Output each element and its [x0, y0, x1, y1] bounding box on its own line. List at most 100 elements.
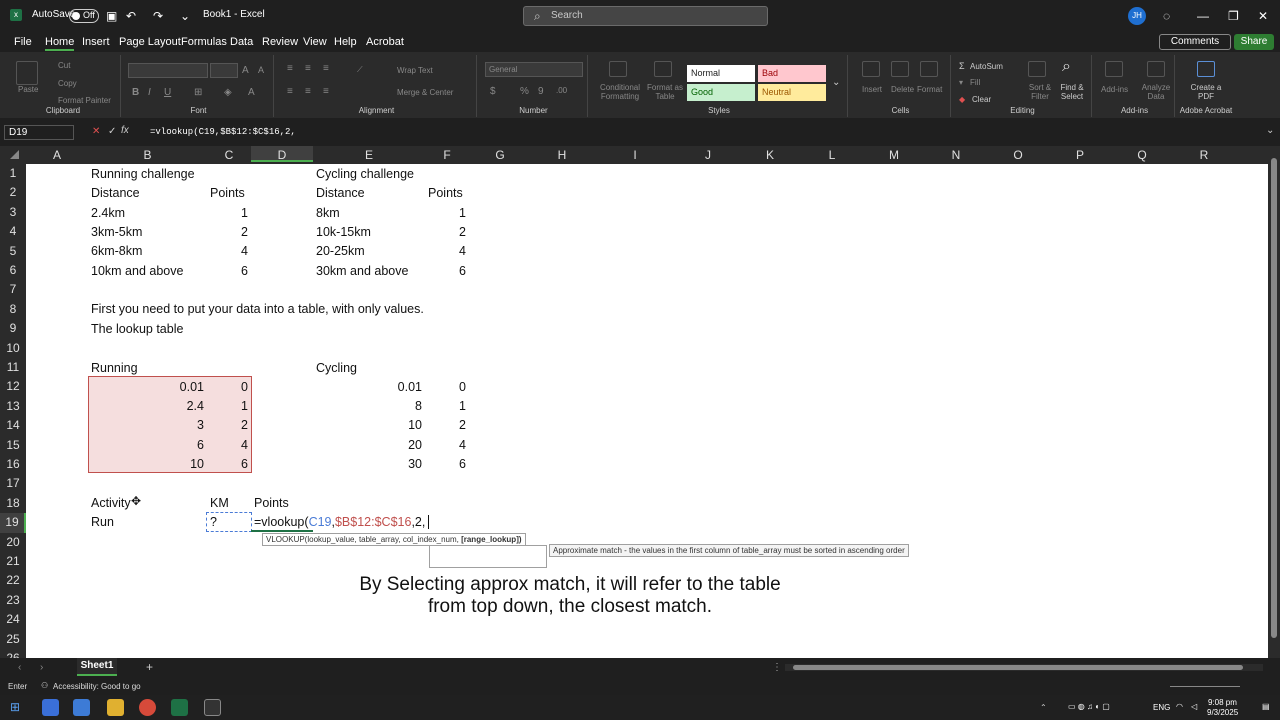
- analyze-data-icon[interactable]: [1147, 61, 1165, 77]
- cell-b3[interactable]: 2.4km: [91, 204, 125, 223]
- enter-icon[interactable]: ✓: [108, 126, 116, 137]
- insert-cells-icon[interactable]: [862, 61, 880, 77]
- vertical-scroll-thumb[interactable]: [1271, 158, 1277, 638]
- row-header-10[interactable]: 10: [0, 338, 26, 358]
- align-center-icon[interactable]: ≡: [305, 86, 311, 97]
- avatar[interactable]: JH: [1128, 7, 1146, 25]
- cell-f2[interactable]: Points: [428, 184, 463, 203]
- lightbulb-icon[interactable]: ◌: [1163, 9, 1170, 23]
- cell-b13[interactable]: 2.4: [88, 397, 204, 416]
- comma-icon[interactable]: 9: [538, 86, 544, 97]
- column-header-r[interactable]: R: [1173, 148, 1235, 162]
- underline-icon[interactable]: U: [164, 87, 171, 98]
- horizontal-scrollbar[interactable]: [785, 664, 1263, 671]
- cell-c12[interactable]: 0: [207, 378, 248, 397]
- sort-filter-button[interactable]: Sort & Filter: [1026, 83, 1054, 101]
- cell-e4[interactable]: 10k-15km: [316, 223, 371, 242]
- cell-d19-editor[interactable]: =vlookup(C19,$B$12:$C$16,2,​: [254, 513, 430, 532]
- row-header-11[interactable]: 11: [0, 358, 26, 378]
- analyze-data-button[interactable]: Analyze Data: [1140, 83, 1172, 101]
- column-header-j[interactable]: J: [677, 148, 739, 162]
- align-middle-icon[interactable]: ≡: [305, 63, 311, 74]
- font-size-input[interactable]: [210, 63, 238, 78]
- redo-icon[interactable]: ↷: [153, 9, 163, 23]
- cell-b9[interactable]: The lookup table: [91, 320, 183, 339]
- column-header-i[interactable]: I: [593, 148, 677, 162]
- copilot-icon[interactable]: [42, 699, 59, 716]
- column-header-k[interactable]: K: [739, 148, 801, 162]
- notifications-icon[interactable]: ▤: [1262, 702, 1270, 711]
- grow-font-icon[interactable]: A: [242, 65, 249, 76]
- vertical-scrollbar[interactable]: [1268, 146, 1280, 658]
- row-header-15[interactable]: 15: [0, 435, 26, 455]
- style-normal[interactable]: Normal: [687, 65, 755, 82]
- cell-c4[interactable]: 2: [207, 223, 248, 242]
- cell-c15[interactable]: 4: [207, 436, 248, 455]
- cell-f5[interactable]: 4: [425, 242, 466, 261]
- italic-icon[interactable]: I: [148, 87, 151, 98]
- copy-button[interactable]: Copy: [58, 79, 77, 88]
- find-select-button[interactable]: Find & Select: [1056, 83, 1088, 101]
- column-header-n[interactable]: N: [925, 148, 987, 162]
- customize-qat-icon[interactable]: ⌄: [180, 9, 190, 23]
- cell-b2[interactable]: Distance: [91, 184, 140, 203]
- row-header-13[interactable]: 13: [0, 396, 26, 417]
- tray-icons[interactable]: ▭ ◍ ♫ ◐ ▢: [1068, 702, 1110, 711]
- tab-review[interactable]: Review: [262, 36, 298, 48]
- borders-icon[interactable]: ⊞: [194, 87, 202, 98]
- cell-d18[interactable]: Points: [254, 494, 289, 513]
- row-header-22[interactable]: 22: [0, 571, 26, 591]
- cell-b11[interactable]: Running: [91, 359, 138, 378]
- align-bottom-icon[interactable]: ≡: [323, 63, 329, 74]
- paste-icon[interactable]: [16, 61, 38, 85]
- cell-b5[interactable]: 6km-8km: [91, 242, 142, 261]
- wifi-icon[interactable]: ◠: [1176, 702, 1183, 711]
- currency-icon[interactable]: $: [490, 86, 496, 97]
- column-header-e[interactable]: E: [313, 148, 425, 162]
- row-header-14[interactable]: 14: [0, 416, 26, 436]
- row-header-2[interactable]: 2: [0, 183, 26, 203]
- addins-button[interactable]: Add-ins: [1101, 85, 1128, 94]
- tab-insert[interactable]: Insert: [82, 36, 110, 48]
- search-box[interactable]: ⌕ Search: [523, 6, 768, 26]
- cell-e12[interactable]: 0.01: [313, 378, 422, 397]
- name-box[interactable]: D19: [4, 125, 74, 140]
- row-header-18[interactable]: 18: [0, 493, 26, 514]
- style-neutral[interactable]: Neutral: [758, 84, 826, 101]
- cell-f13[interactable]: 1: [425, 397, 466, 416]
- autocomplete-list[interactable]: [429, 545, 547, 568]
- cell-f12[interactable]: 0: [425, 378, 466, 397]
- bold-icon[interactable]: B: [132, 87, 139, 98]
- format-cells-button[interactable]: Format: [917, 85, 942, 94]
- addins-icon[interactable]: [1105, 61, 1123, 77]
- row-header-1[interactable]: 1: [0, 164, 26, 184]
- cell-c18[interactable]: KM: [210, 494, 229, 513]
- column-header-l[interactable]: L: [801, 148, 863, 162]
- expand-formula-icon[interactable]: ⌄: [1266, 125, 1274, 136]
- paste-label[interactable]: Paste: [18, 85, 38, 94]
- conditional-formatting-button[interactable]: Conditional Formatting: [595, 83, 645, 101]
- row-header-24[interactable]: 24: [0, 610, 26, 630]
- cell-b12[interactable]: 0.01: [88, 378, 204, 397]
- row-header-17[interactable]: 17: [0, 474, 26, 494]
- add-sheet-icon[interactable]: +: [146, 660, 153, 674]
- row-header-6[interactable]: 6: [0, 261, 26, 281]
- autosave-toggle[interactable]: Off: [69, 9, 99, 23]
- cell-f14[interactable]: 2: [425, 416, 466, 435]
- font-color-icon[interactable]: A: [248, 87, 255, 98]
- cell-f6[interactable]: 6: [425, 262, 466, 281]
- row-header-7[interactable]: 7: [0, 280, 26, 300]
- cancel-icon[interactable]: ✕: [92, 126, 100, 137]
- column-header-b[interactable]: B: [88, 148, 207, 162]
- cell-e2[interactable]: Distance: [316, 184, 365, 203]
- cell-c2[interactable]: Points: [210, 184, 245, 203]
- column-header-o[interactable]: O: [987, 148, 1049, 162]
- find-icon[interactable]: ⌕: [1062, 58, 1071, 76]
- row-header-16[interactable]: 16: [0, 455, 26, 475]
- next-sheet-icon[interactable]: ›: [40, 662, 43, 673]
- column-header-f[interactable]: F: [425, 148, 469, 162]
- zoom-slider[interactable]: [1170, 686, 1240, 687]
- cell-e15[interactable]: 20: [313, 436, 422, 455]
- fill-color-icon[interactable]: ◈: [224, 87, 232, 98]
- style-bad[interactable]: Bad: [758, 65, 826, 82]
